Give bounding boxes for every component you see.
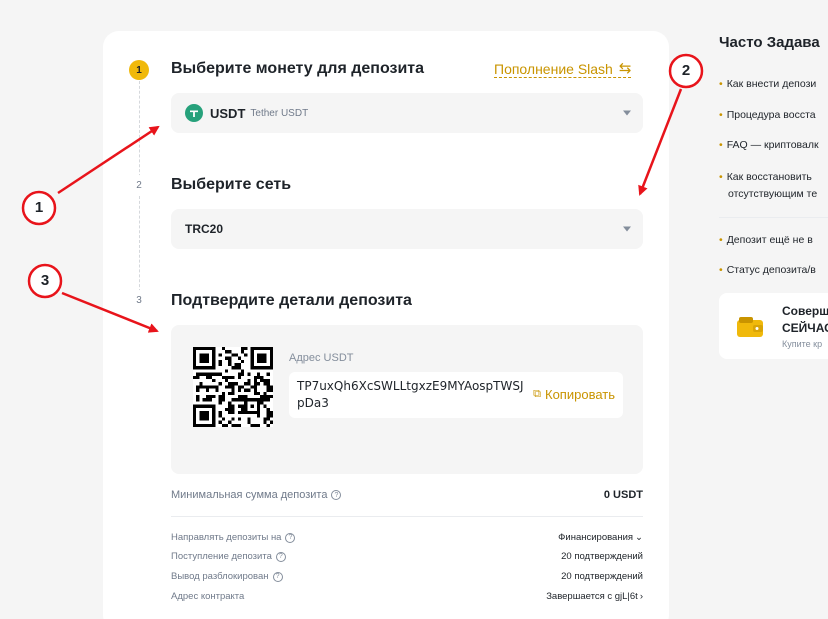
detail-value: Завершается с gjL|6t bbox=[546, 591, 638, 602]
step-connector-line bbox=[139, 81, 140, 177]
annotation-label-2: 2 bbox=[681, 62, 691, 79]
copy-button[interactable]: ⧉ Копировать bbox=[533, 387, 615, 402]
faq-item-label: FAQ — криптовалк bbox=[726, 139, 819, 151]
faq-item[interactable]: • Процедура восста bbox=[719, 107, 816, 124]
detail-label: Адрес контракта bbox=[171, 591, 245, 602]
chevron-right-icon: › bbox=[639, 591, 643, 602]
step-number-3: 3 bbox=[129, 290, 149, 310]
faq-item-label: Процедура восста bbox=[726, 109, 816, 121]
slash-deposit-label: Пополнение Slash bbox=[494, 61, 613, 77]
step-title-network: Выберите сеть bbox=[171, 176, 292, 193]
copy-label: Копировать bbox=[545, 387, 615, 402]
deposit-address: TP7uxQh6XcSWLLtgxzE9MYAospTWSJpDa3 bbox=[297, 379, 524, 410]
info-icon[interactable]: ? bbox=[275, 551, 286, 562]
promo-banner[interactable]: Соверш СЕЙЧАС Купите кр bbox=[719, 293, 828, 359]
bullet-icon: • bbox=[719, 171, 723, 183]
detail-label-wrap: Направлять депозиты на ? bbox=[171, 532, 296, 543]
deposit-target-select[interactable]: Финансирования ⌄ bbox=[558, 532, 643, 543]
caret-down-icon bbox=[623, 110, 631, 116]
promo-title: СЕЙЧАС bbox=[782, 321, 828, 335]
deposit-details-box: Адрес USDT TP7uxQh6XcSWLLtgxzE9MYAospTWS… bbox=[171, 325, 643, 474]
faq-item[interactable]: • FAQ — криптовалк bbox=[719, 137, 819, 154]
chevron-down-icon: ⌄ bbox=[635, 532, 643, 543]
info-icon[interactable]: ? bbox=[285, 532, 296, 543]
promo-title: Соверш bbox=[782, 304, 828, 318]
faq-item[interactable]: • Как восстановить отсутствующим те bbox=[719, 169, 817, 203]
min-deposit-label-wrap: Минимальная сумма депозита ? bbox=[171, 489, 342, 501]
min-deposit-row: Минимальная сумма депозита ? 0 USDT bbox=[171, 489, 643, 501]
min-deposit-label: Минимальная сумма депозита bbox=[171, 489, 328, 501]
detail-label: Поступление депозита bbox=[171, 551, 272, 562]
detail-row-arrival: Поступление депозита ? 20 подтверждений bbox=[171, 551, 643, 562]
info-icon[interactable]: ? bbox=[331, 490, 342, 500]
faq-item-label: отсутствующим те bbox=[728, 188, 818, 200]
faq-item-label: Депозит ещё не в bbox=[726, 234, 813, 246]
detail-label-wrap: Адрес контракта bbox=[171, 591, 244, 602]
step-title-confirm: Подтвердите детали депозита bbox=[171, 292, 412, 309]
detail-row-unlock: Вывод разблокирован ? 20 подтверждений bbox=[171, 571, 643, 582]
address-label: Адрес USDT bbox=[289, 352, 354, 364]
annotation-label-1: 1 bbox=[34, 199, 44, 216]
bullet-icon: • bbox=[719, 234, 723, 246]
min-deposit-value: 0 USDT bbox=[603, 489, 643, 501]
divider bbox=[719, 217, 828, 218]
detail-value: 20 подтверждений bbox=[561, 551, 643, 562]
faq-item-label: Как восстановить bbox=[726, 171, 812, 183]
caret-down-icon bbox=[623, 226, 631, 232]
coin-select[interactable]: USDT Tether USDT bbox=[171, 93, 643, 133]
swap-icon: ⇆ bbox=[618, 60, 632, 77]
step-connector-line bbox=[139, 196, 140, 292]
detail-value: 20 подтверждений bbox=[561, 571, 643, 582]
network-value: TRC20 bbox=[185, 222, 224, 236]
address-field: TP7uxQh6XcSWLLtgxzE9MYAospTWSJpDa3 ⧉ Коп… bbox=[289, 372, 623, 418]
step-title-coin: Выберите монету для депозита bbox=[171, 60, 425, 77]
step-number-2: 2 bbox=[129, 175, 149, 195]
detail-label-wrap: Поступление депозита ? bbox=[171, 551, 286, 562]
slash-deposit-link[interactable]: Пополнение Slash ⇆ bbox=[494, 60, 632, 78]
faq-item[interactable]: • Депозит ещё не в bbox=[719, 232, 813, 249]
detail-label: Направлять депозиты на bbox=[171, 532, 282, 543]
faq-item[interactable]: • Статус депозита/в bbox=[719, 262, 816, 279]
info-icon[interactable]: ? bbox=[272, 571, 283, 582]
bullet-icon: • bbox=[719, 109, 723, 121]
bullet-icon: • bbox=[719, 264, 723, 276]
step-number-1: 1 bbox=[129, 60, 149, 80]
coin-name: Tether USDT bbox=[250, 107, 309, 119]
detail-label-wrap: Вывод разблокирован ? bbox=[171, 571, 283, 582]
detail-label: Вывод разблокирован bbox=[171, 571, 269, 582]
faq-item-label: Как внести депози bbox=[726, 78, 817, 90]
tether-icon bbox=[185, 104, 203, 122]
coin-symbol: USDT bbox=[210, 105, 246, 121]
detail-value: Финансирования bbox=[558, 532, 634, 543]
faq-item[interactable]: • Как внести депози bbox=[719, 76, 816, 93]
detail-row-target: Направлять депозиты на ? Финансирования … bbox=[171, 532, 643, 543]
bullet-icon: • bbox=[719, 78, 723, 90]
copy-icon: ⧉ bbox=[533, 388, 541, 400]
network-select[interactable]: TRC20 bbox=[171, 209, 643, 249]
faq-title: Часто Задава bbox=[719, 34, 820, 51]
detail-row-contract: Адрес контракта Завершается с gjL|6t › bbox=[171, 591, 643, 602]
promo-subtitle: Купите кр bbox=[782, 339, 823, 349]
divider bbox=[171, 516, 643, 517]
wallet-icon bbox=[737, 317, 763, 337]
bullet-icon: • bbox=[719, 139, 723, 151]
qr-code bbox=[193, 347, 273, 427]
annotation-label-3: 3 bbox=[40, 272, 50, 289]
contract-address-link[interactable]: Завершается с gjL|6t › bbox=[546, 591, 643, 602]
faq-item-label: Статус депозита/в bbox=[726, 264, 816, 276]
